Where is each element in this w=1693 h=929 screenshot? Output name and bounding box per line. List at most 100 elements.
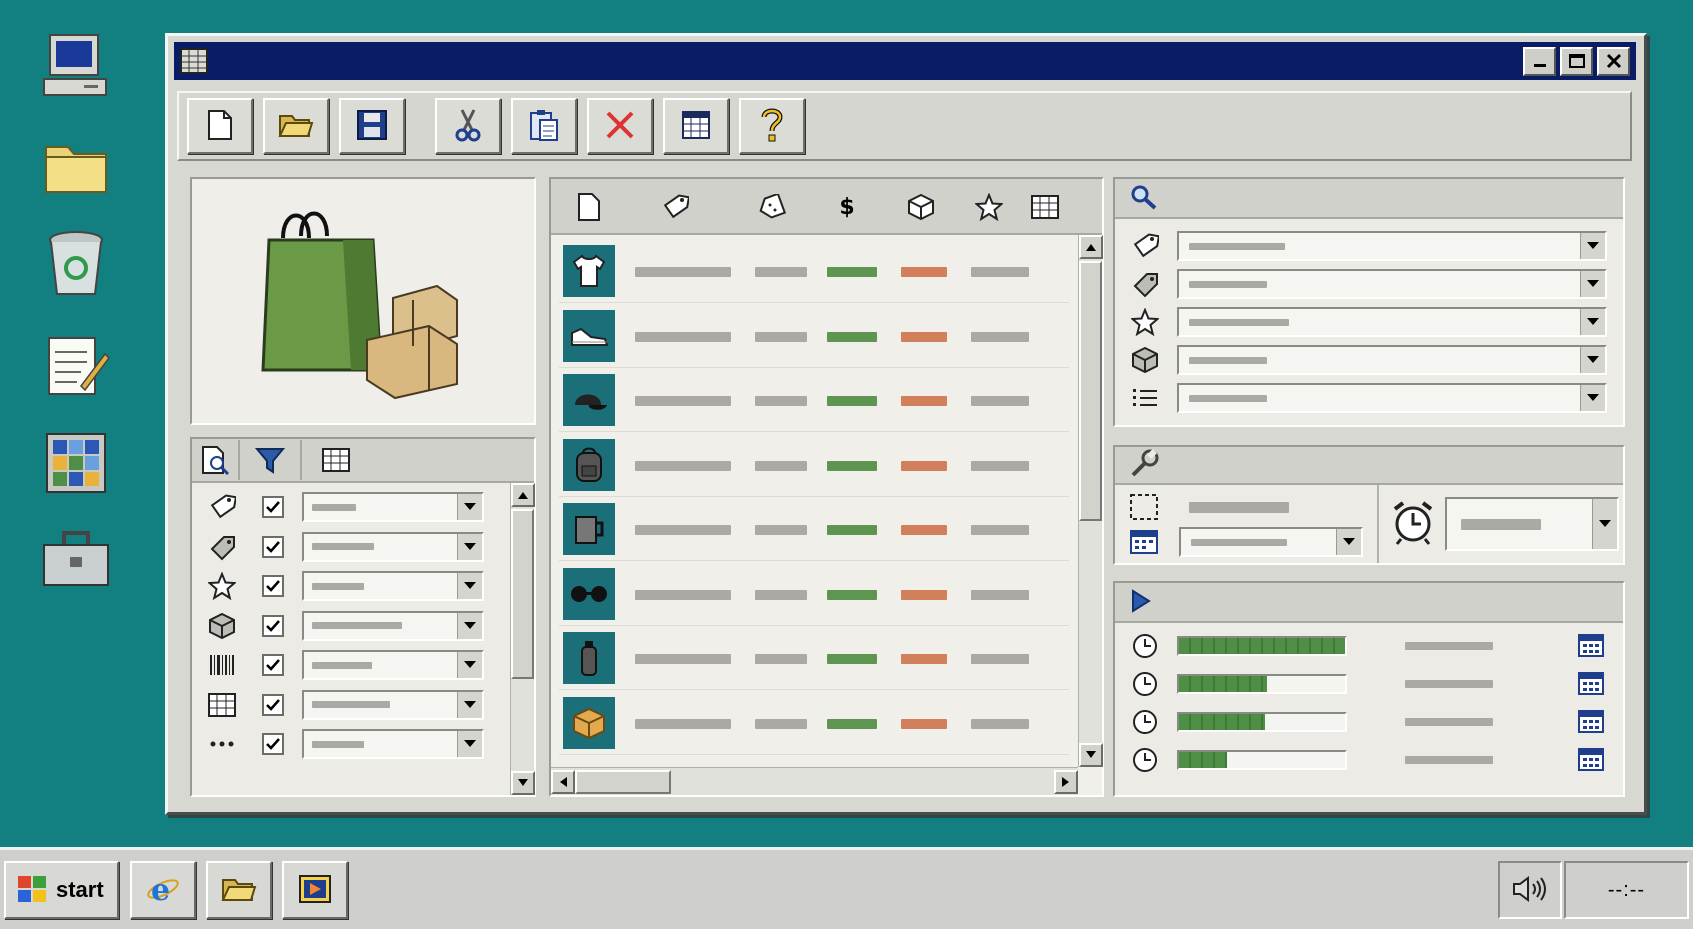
task-row[interactable] (1115, 741, 1623, 779)
chevron-down-icon[interactable] (457, 612, 482, 639)
search-select[interactable] (1177, 269, 1607, 299)
task-row[interactable] (1115, 627, 1623, 665)
time-select[interactable] (1445, 497, 1619, 551)
recycle-bin-icon[interactable] (36, 224, 116, 304)
volume-button[interactable] (1498, 861, 1562, 919)
filter-select[interactable] (302, 531, 484, 562)
open-button[interactable] (263, 98, 329, 154)
filter-select[interactable] (302, 650, 484, 680)
filter-scrollbar[interactable] (510, 483, 535, 795)
wrench-icon[interactable] (1129, 448, 1159, 482)
table-row[interactable] (559, 433, 1069, 497)
table-row[interactable] (559, 304, 1069, 368)
task-row[interactable] (1115, 665, 1623, 703)
search-select[interactable] (1177, 307, 1607, 337)
chevron-down-icon[interactable] (1580, 309, 1605, 335)
cut-button[interactable] (435, 98, 501, 154)
filter-checkbox[interactable] (262, 733, 284, 755)
table-row[interactable] (559, 691, 1069, 755)
star-icon[interactable] (973, 191, 1005, 223)
chevron-down-icon[interactable] (1580, 385, 1605, 411)
spreadsheet-app-icon[interactable] (36, 423, 116, 503)
calendar-icon[interactable] (1577, 670, 1605, 699)
filter-select[interactable] (302, 689, 484, 720)
explorer-button[interactable] (206, 861, 272, 919)
notepad-icon[interactable] (36, 325, 116, 405)
price-header[interactable]: $ (831, 191, 863, 223)
search-document-icon[interactable] (192, 440, 240, 480)
discount-tag-icon[interactable] (755, 191, 787, 223)
scroll-thumb[interactable] (1079, 261, 1102, 521)
media-player-button[interactable] (282, 861, 348, 919)
selection-icon[interactable] (1129, 493, 1159, 524)
filter-checkbox[interactable] (262, 535, 284, 558)
title-bar[interactable] (174, 42, 1636, 80)
date-select[interactable] (1179, 527, 1363, 557)
alarm-clock-icon[interactable] (1391, 499, 1435, 548)
calendar-icon[interactable] (1577, 632, 1605, 661)
scroll-up-button[interactable] (1079, 235, 1103, 259)
scroll-right-button[interactable] (1054, 769, 1078, 794)
help-button[interactable] (739, 98, 805, 154)
start-button[interactable]: start (4, 861, 119, 919)
filter-select[interactable] (302, 492, 484, 522)
search-select[interactable] (1177, 383, 1607, 413)
minimize-button[interactable] (1523, 46, 1556, 76)
filter-checkbox[interactable] (262, 575, 284, 597)
table-button[interactable] (663, 98, 729, 154)
search-select[interactable] (1177, 345, 1607, 375)
scroll-left-button[interactable] (551, 769, 575, 794)
folder-icon[interactable] (36, 127, 116, 207)
table-row[interactable] (559, 239, 1069, 303)
browser-button[interactable]: e (130, 861, 196, 919)
scroll-down-button[interactable] (1079, 743, 1103, 767)
calendar-icon[interactable] (1577, 746, 1605, 775)
close-button[interactable] (1597, 46, 1630, 76)
filter-select[interactable] (302, 610, 484, 641)
chevron-down-icon[interactable] (1336, 529, 1361, 555)
scroll-thumb[interactable] (575, 769, 671, 794)
save-button[interactable] (339, 98, 405, 154)
chevron-down-icon[interactable] (457, 691, 482, 718)
clock[interactable]: --:-- (1564, 861, 1689, 919)
task-row[interactable] (1115, 703, 1623, 741)
table-icon[interactable] (1029, 191, 1061, 223)
document-icon[interactable] (573, 191, 605, 223)
calendar-icon[interactable] (1129, 527, 1159, 558)
new-file-button[interactable] (187, 98, 253, 154)
filter-checkbox[interactable] (262, 614, 284, 637)
my-computer-icon[interactable] (36, 27, 116, 107)
table-row[interactable] (559, 497, 1069, 561)
box-icon[interactable] (905, 191, 937, 223)
filter-checkbox[interactable] (262, 654, 284, 676)
calendar-icon[interactable] (1577, 708, 1605, 737)
chevron-down-icon[interactable] (1580, 271, 1605, 297)
delete-button[interactable] (587, 98, 653, 154)
tag-icon[interactable] (659, 191, 691, 223)
chevron-down-icon[interactable] (457, 494, 482, 520)
chevron-down-icon[interactable] (457, 731, 482, 757)
filter-select[interactable] (302, 571, 484, 601)
filter-select[interactable] (302, 729, 484, 759)
funnel-icon[interactable] (240, 440, 302, 480)
table-icon[interactable] (302, 440, 370, 480)
filter-checkbox[interactable] (262, 693, 284, 716)
table-vertical-scrollbar[interactable] (1078, 235, 1103, 767)
table-row[interactable] (559, 368, 1069, 432)
filter-checkbox[interactable] (262, 496, 284, 518)
magnifier-icon[interactable] (1129, 183, 1159, 214)
chevron-down-icon[interactable] (457, 573, 482, 599)
table-row[interactable] (559, 562, 1069, 626)
paste-button[interactable] (511, 98, 577, 154)
scroll-thumb[interactable] (511, 509, 534, 679)
chevron-down-icon[interactable] (1580, 347, 1605, 373)
table-horizontal-scrollbar[interactable] (551, 767, 1078, 795)
scroll-down-button[interactable] (511, 771, 535, 795)
chevron-down-icon[interactable] (457, 533, 482, 560)
search-select[interactable] (1177, 231, 1607, 261)
chevron-down-icon[interactable] (1592, 499, 1617, 549)
chevron-down-icon[interactable] (457, 652, 482, 678)
play-icon[interactable] (1129, 588, 1153, 616)
chevron-down-icon[interactable] (1580, 233, 1605, 259)
table-row[interactable] (559, 626, 1069, 690)
